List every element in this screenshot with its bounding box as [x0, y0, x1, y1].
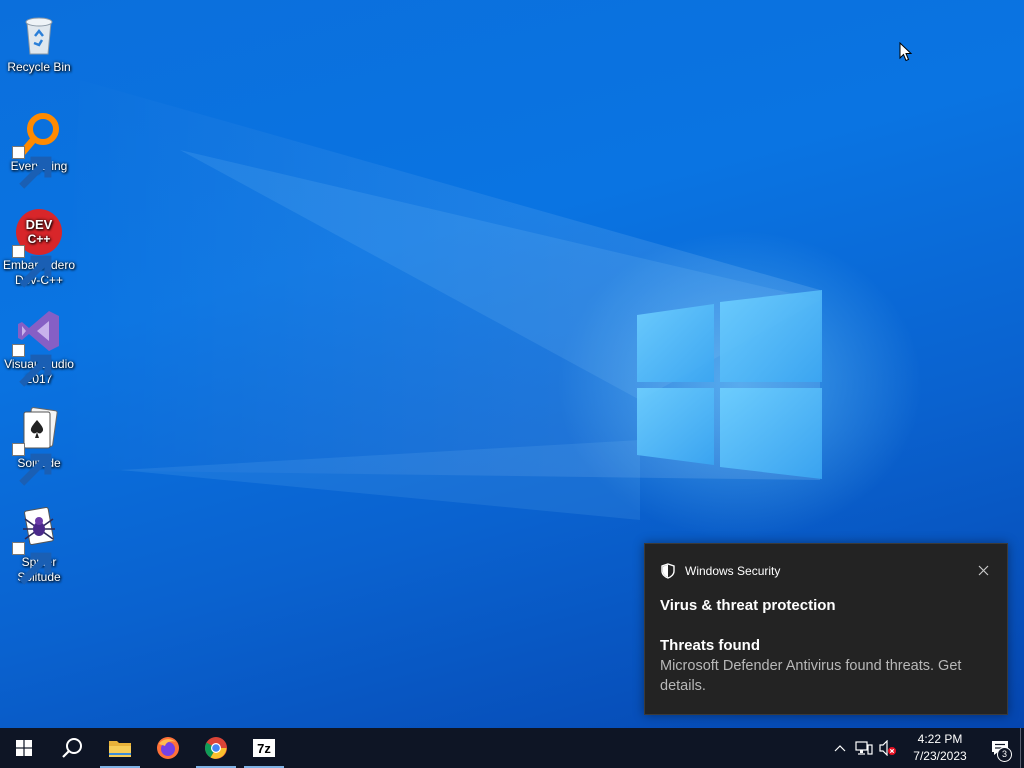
start-button[interactable]: [0, 728, 48, 768]
desktop-icon-solitaire[interactable]: Solitude: [0, 400, 78, 486]
desktop-icon-label: Recycle Bin: [7, 60, 71, 74]
taskbar-file-explorer[interactable]: [96, 728, 144, 768]
show-hidden-icons-button[interactable]: [828, 728, 852, 768]
search-button[interactable]: [48, 728, 96, 768]
7zip-label: 7z: [257, 740, 271, 756]
dev-cpp-icon: DEV C++: [12, 208, 63, 288]
shield-icon: [661, 563, 675, 579]
volume-button[interactable]: [876, 728, 900, 768]
dev-cpp-logo-text: DEV: [26, 217, 53, 232]
start-icon: [16, 740, 32, 756]
svg-text:C++: C++: [28, 232, 51, 246]
shortcut-arrow-icon: [12, 344, 52, 387]
volume-muted-icon: [879, 740, 896, 756]
toast-close-button[interactable]: [971, 558, 995, 582]
spider-solitaire-icon: [12, 505, 63, 585]
shortcut-arrow-icon: [12, 245, 52, 288]
shortcut-arrow-icon: [12, 443, 52, 486]
chevron-up-icon: [834, 745, 846, 752]
toast-title: Virus & threat protection: [660, 597, 836, 614]
7zip-icon: 7z: [253, 739, 275, 757]
visual-studio-icon: [12, 307, 63, 387]
chrome-icon: [205, 737, 227, 759]
clock-date: 7/23/2023: [913, 749, 967, 763]
desktop-icon-visual-studio[interactable]: Visual Studio 2017: [0, 301, 78, 387]
taskbar: 7z 4:22 PM 7/23/2023 3: [0, 728, 1024, 768]
taskbar-clock[interactable]: 4:22 PM 7/23/2023: [900, 731, 980, 765]
taskbar-chrome[interactable]: [192, 728, 240, 768]
desktop-icon-recycle-bin[interactable]: Recycle Bin: [0, 4, 78, 75]
notification-count-badge: 3: [997, 747, 1012, 762]
action-center-button[interactable]: 3: [980, 728, 1020, 768]
windows-security-toast[interactable]: Windows Security Virus & threat protecti…: [644, 543, 1008, 715]
desktop-icon-dev-cpp[interactable]: DEV C++ Embarcadero Dev-C++: [0, 202, 78, 288]
toast-app-name: Windows Security: [685, 564, 781, 578]
taskbar-firefox[interactable]: [144, 728, 192, 768]
show-desktop-button[interactable]: [1020, 728, 1024, 768]
network-button[interactable]: [852, 728, 876, 768]
close-icon: [978, 565, 988, 575]
toast-body: Microsoft Defender Antivirus found threa…: [660, 658, 962, 694]
everything-search-icon: [12, 109, 63, 189]
desktop-icon-everything[interactable]: Everything: [0, 103, 78, 189]
clock-time: 4:22 PM: [917, 732, 963, 746]
desktop[interactable]: Recycle Bin Everything DEV C++ Embarcade…: [0, 0, 1024, 728]
firefox-icon: [157, 737, 179, 759]
mouse-cursor-icon: [899, 42, 913, 62]
recycle-bin-icon: [15, 10, 63, 58]
windows-logo: [637, 290, 822, 479]
taskbar-7zip[interactable]: 7z: [240, 728, 288, 768]
shortcut-arrow-icon: [12, 542, 52, 585]
toast-subtitle: Threats found: [660, 637, 760, 654]
solitaire-icon: [12, 406, 63, 486]
file-explorer-icon: [109, 741, 131, 757]
desktop-icon-spider-solitaire[interactable]: Spider Solitude: [0, 499, 78, 585]
shortcut-arrow-icon: [12, 146, 52, 189]
toast-header: Windows Security: [660, 563, 780, 579]
search-icon: [62, 738, 82, 758]
network-icon: [855, 741, 873, 755]
system-tray: 4:22 PM 7/23/2023 3: [828, 728, 1024, 768]
